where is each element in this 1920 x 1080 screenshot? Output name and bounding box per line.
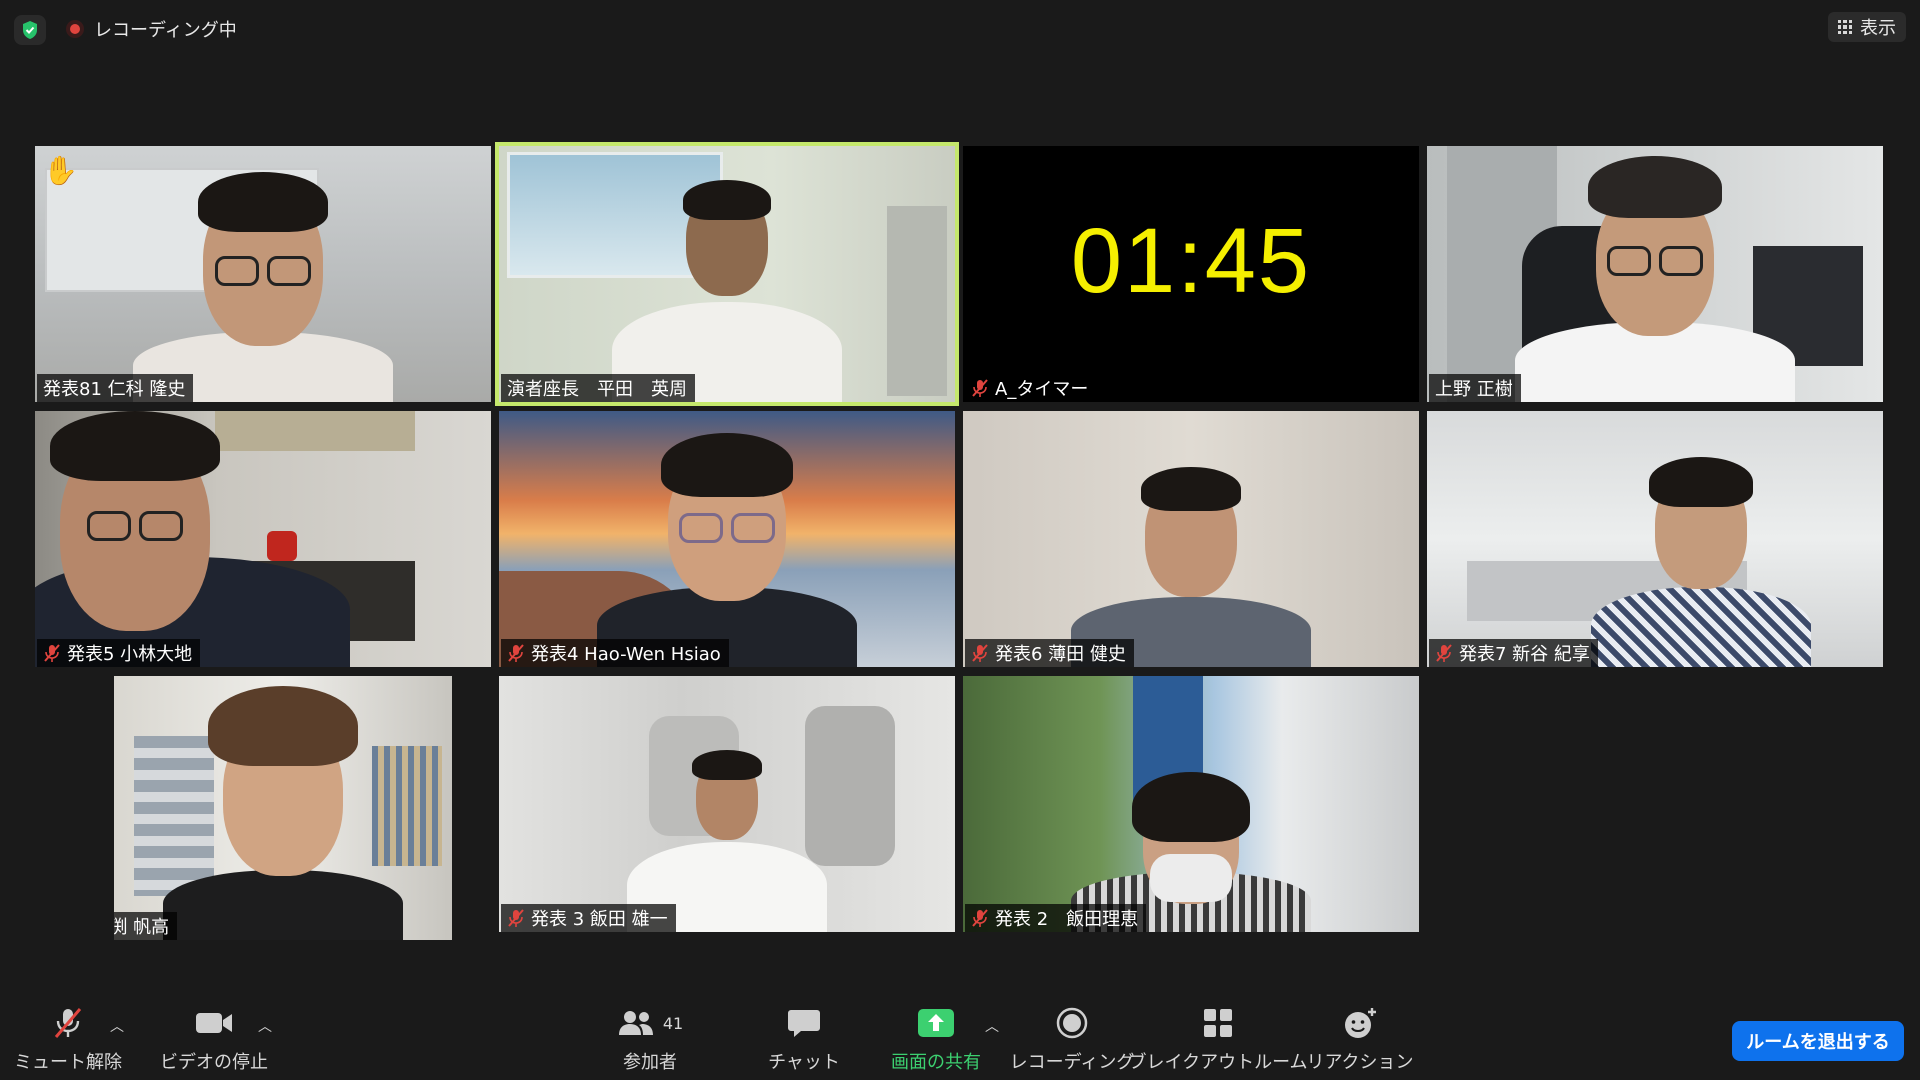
participant-name: 発表81 仁科 隆史 — [37, 374, 194, 402]
timer-display: 01:45 — [1070, 209, 1312, 312]
participant-name: 発表6 薄田 健史 — [965, 639, 1134, 667]
grid-view-icon — [1838, 20, 1852, 34]
reaction-button[interactable]: リアクション — [1306, 1004, 1414, 1074]
stop-video-button[interactable]: ビデオの停止 — [154, 1004, 274, 1074]
participant-name: 発表 2 飯田理恵 — [965, 904, 1147, 932]
view-button[interactable]: 表示 — [1828, 12, 1906, 42]
mic-muted-icon — [971, 643, 989, 663]
security-shield-icon[interactable] — [14, 15, 46, 45]
record-label: レコーディング — [1009, 1052, 1135, 1073]
participant-name: 発表7 新谷 紀享 — [1429, 639, 1598, 667]
mic-muted-icon — [971, 908, 989, 928]
video-tile[interactable]: ✋ 発表81 仁科 隆史 — [35, 146, 491, 402]
participant-name: 演者座長 平田 英周 — [501, 374, 695, 402]
chevron-up-icon[interactable]: ︿ — [110, 1016, 124, 1036]
mic-muted-icon — [971, 378, 989, 398]
participants-label: 参加者 — [623, 1052, 677, 1073]
participants-icon: 41 — [617, 1004, 683, 1042]
meeting-toolbar: ミュート解除 ︿ ビデオの停止 ︿ 41 参加者 チャット 画面の共有 ︿ レコ… — [0, 1000, 1920, 1080]
video-tile[interactable]: 発表5 小林大地 — [35, 411, 491, 667]
chat-icon — [787, 1004, 821, 1042]
recording-indicator[interactable]: レコーディング中 — [58, 14, 249, 44]
share-screen-label: 画面の共有 — [891, 1052, 981, 1073]
mic-muted-icon — [507, 643, 525, 663]
record-dot-icon — [66, 20, 84, 38]
participant-name: 発表5 小林大地 — [37, 639, 201, 667]
video-camera-icon — [194, 1004, 234, 1042]
reaction-icon — [1342, 1004, 1378, 1042]
video-tile-active-speaker[interactable]: 演者座長 平田 英周 — [495, 142, 959, 406]
chat-label: チャット — [768, 1052, 840, 1073]
chevron-up-icon[interactable]: ︿ — [258, 1016, 272, 1036]
video-tile-timer[interactable]: 01:45 A_タイマー — [963, 146, 1419, 402]
unmute-button[interactable]: ミュート解除 — [14, 1004, 122, 1074]
mic-muted-icon — [1435, 643, 1453, 663]
video-tile[interactable]: 発表7 新谷 紀享 — [1427, 411, 1883, 667]
video-tile[interactable]: 発表 2 飯田理恵 — [963, 676, 1419, 932]
unmute-label: ミュート解除 — [14, 1052, 122, 1073]
video-tile[interactable]: 発表 3 飯田 雄一 — [499, 676, 955, 932]
reaction-label: リアクション — [1306, 1052, 1414, 1073]
mic-muted-icon — [507, 908, 525, 928]
video-tile[interactable]: 上野 正樹 — [1427, 146, 1883, 402]
participant-name: A_タイマー — [965, 374, 1097, 402]
participant-name: 発表4 Hao-Wen Hsiao — [501, 639, 729, 667]
participants-button[interactable]: 41 参加者 — [610, 1004, 690, 1074]
video-tile[interactable]: 発表4 Hao-Wen Hsiao — [499, 411, 955, 667]
participant-name: 発表 3 飯田 雄一 — [501, 904, 676, 932]
chevron-up-icon[interactable]: ︿ — [985, 1016, 999, 1036]
record-icon — [1056, 1004, 1088, 1042]
chat-button[interactable]: チャット — [764, 1004, 844, 1074]
breakout-rooms-button[interactable]: ブレイクアウトルーム — [1128, 1004, 1308, 1074]
recording-label: レコーディング中 — [94, 20, 237, 41]
participant-name: 発表1 早渕 帆高 — [114, 912, 178, 940]
video-tile[interactable]: 発表6 薄田 健史 — [963, 411, 1419, 667]
leave-room-button[interactable]: ルームを退出する — [1732, 1021, 1904, 1061]
raised-hand-icon: ✋ — [43, 154, 78, 187]
record-button[interactable]: レコーディング — [1010, 1004, 1134, 1074]
mic-muted-icon — [43, 643, 61, 663]
share-screen-icon — [917, 1004, 955, 1042]
share-screen-button[interactable]: 画面の共有 — [886, 1004, 986, 1074]
breakout-rooms-label: ブレイクアウトルーム — [1128, 1052, 1308, 1073]
mic-muted-icon — [50, 1004, 86, 1042]
view-label: 表示 — [1860, 18, 1896, 39]
breakout-rooms-icon — [1202, 1004, 1234, 1042]
participants-count: 41 — [662, 1013, 684, 1033]
video-tile[interactable]: 発表1 早渕 帆高 — [114, 676, 452, 940]
stop-video-label: ビデオの停止 — [160, 1052, 268, 1073]
participant-name: 上野 正樹 — [1429, 374, 1521, 402]
